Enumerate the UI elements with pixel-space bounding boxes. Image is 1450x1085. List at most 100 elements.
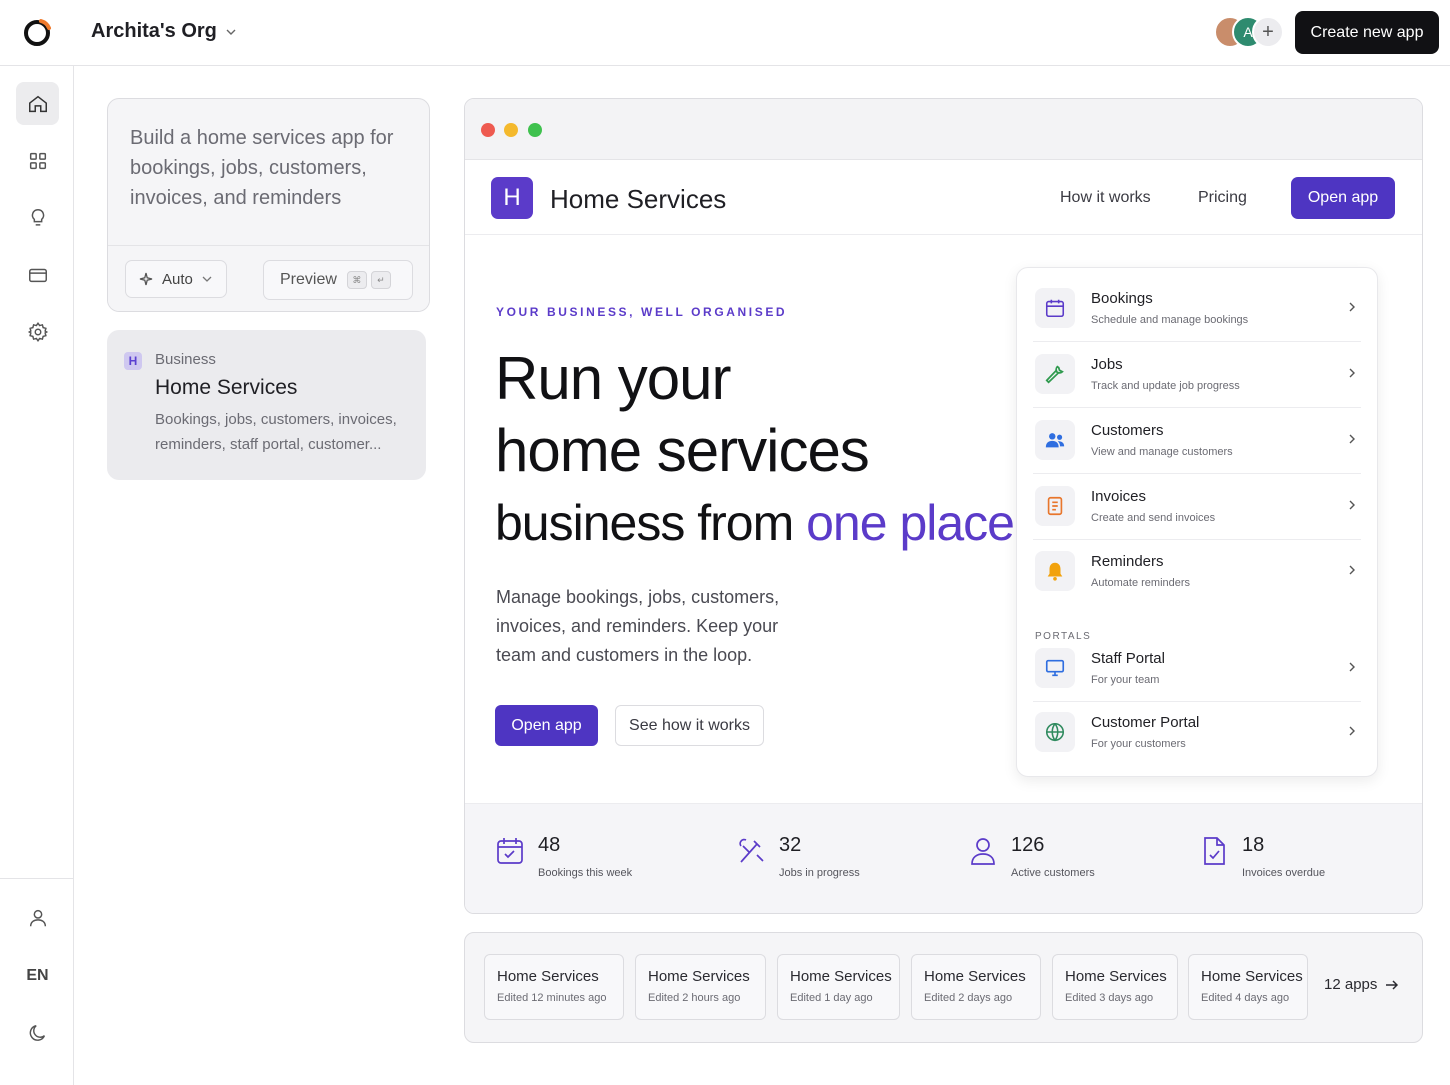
recent-app-title: Home Services	[1201, 968, 1303, 985]
bell-icon	[1035, 551, 1075, 591]
project-badge: H	[124, 352, 142, 370]
member-avatars[interactable]: A +	[1214, 16, 1286, 50]
preview-button[interactable]: Preview ⌘ ↵	[263, 260, 413, 300]
app-preview-window: H Home Services How it works Pricing Ope…	[464, 98, 1423, 914]
chevron-right-icon	[1349, 368, 1355, 378]
stat-value: 126	[1011, 834, 1045, 856]
org-switcher[interactable]: Archita's Org	[91, 20, 237, 43]
project-category: Business	[155, 351, 216, 368]
nav-link-pricing[interactable]: Pricing	[1198, 189, 1247, 207]
user-icon	[971, 838, 995, 865]
recent-apps-strip: Home Services Edited 12 minutes ago Home…	[464, 932, 1423, 1043]
hero-see-how-button[interactable]: See how it works	[615, 705, 764, 746]
recent-app-card[interactable]: Home Services Edited 3 days ago	[1052, 954, 1178, 1020]
shortcut-hint: ⌘ ↵	[346, 271, 391, 289]
app-logo-icon[interactable]	[21, 17, 53, 49]
home-icon	[28, 95, 47, 112]
stats-bar: 48 Bookings this week 32 Jobs in progres…	[465, 803, 1422, 913]
nav-link-how-it-works[interactable]: How it works	[1060, 189, 1151, 207]
stat-value: 18	[1242, 834, 1265, 856]
sidebar-item-billing[interactable]	[16, 253, 59, 296]
mode-select[interactable]: Auto	[125, 260, 227, 298]
arrow-right-icon	[1386, 979, 1399, 990]
sidebar-item-ideas[interactable]	[16, 196, 59, 239]
module-subtitle: Schedule and manage bookings	[1091, 314, 1249, 326]
org-name: Archita's Org	[91, 20, 217, 42]
globe-icon	[1035, 712, 1075, 752]
module-row-bookings[interactable]: Bookings Schedule and manage bookings	[1033, 276, 1361, 342]
recent-app-edited: Edited 2 hours ago	[648, 992, 741, 1004]
monitor-icon	[1035, 648, 1075, 688]
add-member-button[interactable]: +	[1252, 16, 1284, 48]
recent-app-title: Home Services	[790, 968, 892, 985]
recent-app-card[interactable]: Home Services Edited 2 hours ago	[635, 954, 766, 1020]
stat-label: Bookings this week	[538, 867, 633, 879]
project-title: Home Services	[155, 376, 298, 399]
hero-open-app-button[interactable]: Open app	[495, 705, 598, 746]
module-row-reminders[interactable]: Reminders Automate reminders	[1033, 539, 1361, 605]
users-icon	[1035, 420, 1075, 460]
window-minimize-dot	[504, 123, 518, 137]
module-title: Invoices	[1091, 488, 1147, 505]
portal-row-staff[interactable]: Staff Portal For your team	[1033, 636, 1361, 702]
hero-eyebrow: YOUR BUSINESS, WELL ORGANISED	[496, 305, 788, 319]
sidebar-divider	[0, 878, 74, 879]
recent-app-title: Home Services	[497, 968, 599, 985]
sidebar-item-home[interactable]	[16, 82, 59, 125]
portal-title: Customer Portal	[1091, 714, 1200, 731]
chevron-right-icon	[1349, 662, 1355, 672]
hero-headline-line-3: business from one place.	[495, 487, 1028, 559]
module-row-jobs[interactable]: Jobs Track and update job progress	[1033, 342, 1361, 408]
theme-toggle[interactable]	[16, 1011, 59, 1054]
sparkle-icon	[139, 272, 153, 286]
kbd-command: ⌘	[346, 271, 367, 289]
recent-app-title: Home Services	[648, 968, 750, 985]
portal-title: Staff Portal	[1091, 650, 1165, 667]
app-name: Home Services	[550, 184, 727, 214]
calendar-icon	[497, 838, 523, 864]
recent-app-card[interactable]: Home Services Edited 12 minutes ago	[484, 954, 624, 1020]
module-subtitle: Track and update job progress	[1091, 380, 1240, 392]
recent-app-edited: Edited 12 minutes ago	[497, 992, 607, 1004]
module-title: Customers	[1091, 422, 1164, 439]
recent-app-edited: Edited 1 day ago	[790, 992, 873, 1004]
module-row-invoices[interactable]: Invoices Create and send invoices	[1033, 474, 1361, 540]
sidebar-item-profile[interactable]	[16, 896, 59, 939]
view-all-apps-link[interactable]: 12 apps	[1324, 976, 1399, 993]
tools-icon	[739, 838, 764, 863]
prompt-input[interactable]: Build a home services app for bookings, …	[130, 123, 415, 213]
app-navbar: H Home Services How it works Pricing Ope…	[465, 160, 1422, 235]
language-switcher[interactable]: EN	[16, 954, 59, 997]
chevron-down-icon	[226, 29, 236, 35]
portal-subtitle: For your customers	[1091, 738, 1186, 750]
sidebar-item-settings[interactable]	[16, 310, 59, 353]
recent-app-edited: Edited 2 days ago	[924, 992, 1013, 1004]
kbd-enter: ↵	[370, 271, 391, 289]
stat-label: Active customers	[1011, 867, 1095, 879]
window-close-dot	[481, 123, 495, 137]
gear-icon	[27, 321, 48, 342]
recent-app-card[interactable]: Home Services Edited 4 days ago	[1188, 954, 1308, 1020]
preview-label: Preview	[280, 271, 337, 288]
create-new-app-button[interactable]: Create new app	[1295, 11, 1439, 54]
sidebar-item-apps[interactable]	[16, 139, 59, 182]
recent-app-title: Home Services	[1065, 968, 1167, 985]
portal-row-customer[interactable]: Customer Portal For your customers	[1033, 700, 1361, 766]
recent-app-edited: Edited 4 days ago	[1201, 992, 1290, 1004]
card-icon	[28, 268, 47, 282]
recent-app-title: Home Services	[924, 968, 1026, 985]
hero-headline-line-1: Run your	[495, 345, 731, 412]
project-card[interactable]: H Business Home Services Bookings, jobs,…	[107, 330, 426, 480]
window-titlebar	[465, 99, 1422, 160]
hero-subtext: Manage bookings, jobs, customers, invoic…	[496, 587, 780, 665]
recent-app-card[interactable]: Home Services Edited 1 day ago	[777, 954, 900, 1020]
recent-app-card[interactable]: Home Services Edited 2 days ago	[911, 954, 1041, 1020]
prompt-footer: Auto Preview ⌘ ↵	[108, 245, 429, 311]
document-icon	[1204, 837, 1225, 865]
chevron-right-icon	[1349, 500, 1355, 510]
module-row-customers[interactable]: Customers View and manage customers	[1033, 408, 1361, 474]
chevron-down-icon	[202, 276, 212, 282]
nav-open-app-button[interactable]: Open app	[1291, 177, 1395, 219]
module-title: Bookings	[1091, 290, 1153, 307]
portal-subtitle: For your team	[1091, 674, 1160, 686]
